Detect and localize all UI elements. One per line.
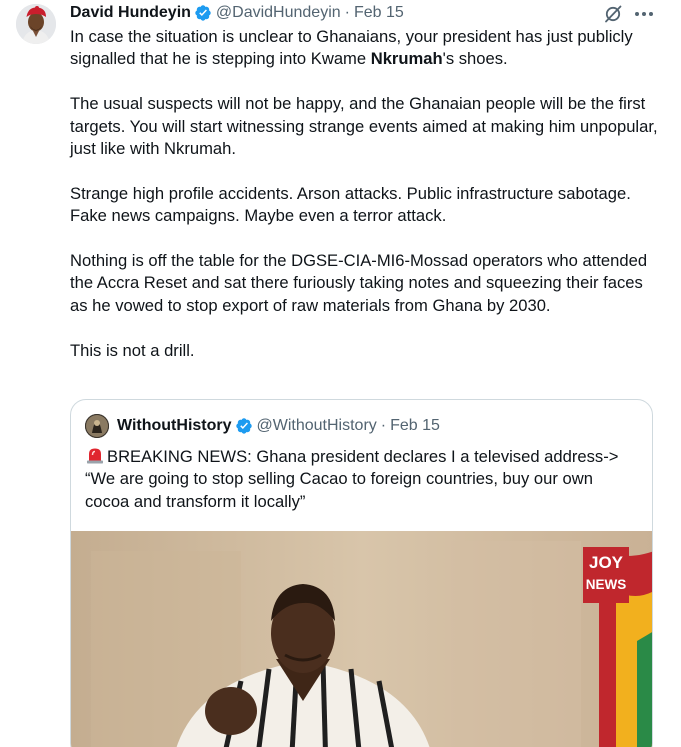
tweet-paragraph: In case the situation is unclear to Ghan… <box>70 27 633 69</box>
tweet-header: David Hundeyin @DavidHundeyin · Feb 15 <box>70 3 404 23</box>
tweet-paragraph: Nothing is off the table for the DGSE-CI… <box>70 251 648 315</box>
tweet-paragraph: The usual suspects will not be happy, an… <box>70 94 658 159</box>
tweet-paragraph: This is not a drill. <box>70 340 195 360</box>
quoted-tweet-body: BREAKING NEWS: Ghana president declares … <box>85 447 619 511</box>
joy-news-logo-top: JOY <box>589 553 624 572</box>
separator-dot: · <box>344 4 350 21</box>
tweet-paragraph: Strange high profile accidents. Arson at… <box>70 183 631 226</box>
verified-badge-icon[interactable] <box>194 4 212 22</box>
quoted-tweet-header: WithoutHistory @WithoutHistory · Feb 15 <box>85 414 440 438</box>
quoted-author-avatar[interactable] <box>85 414 109 438</box>
police-light-icon <box>85 445 105 465</box>
bold-highlight: Nkrumah <box>370 49 443 69</box>
author-name[interactable]: David Hundeyin <box>70 4 191 22</box>
tweet-text: In case the situation is unclear to Ghan… <box>70 26 660 384</box>
quoted-tweet-date[interactable]: Feb 15 <box>390 417 440 435</box>
author-handle[interactable]: @DavidHundeyin <box>216 4 341 22</box>
quoted-author-name[interactable]: WithoutHistory <box>117 417 232 435</box>
grok-icon[interactable] <box>603 4 623 24</box>
verified-badge-icon[interactable] <box>235 417 253 435</box>
tweet-date[interactable]: Feb 15 <box>354 4 404 22</box>
separator-dot: · <box>380 417 387 434</box>
tweet[interactable]: David Hundeyin @DavidHundeyin · Feb 15 I… <box>0 0 681 747</box>
quoted-tweet[interactable]: WithoutHistory @WithoutHistory · Feb 15 … <box>70 399 653 747</box>
more-icon[interactable] <box>632 4 656 24</box>
quoted-tweet-media[interactable]: JOY NEWS <box>71 531 652 747</box>
quoted-author-handle[interactable]: @WithoutHistory <box>257 417 377 435</box>
quoted-tweet-text: BREAKING NEWS: Ghana president declares … <box>85 445 640 513</box>
joy-news-logo-bottom: NEWS <box>586 577 627 592</box>
author-avatar[interactable] <box>16 4 56 44</box>
